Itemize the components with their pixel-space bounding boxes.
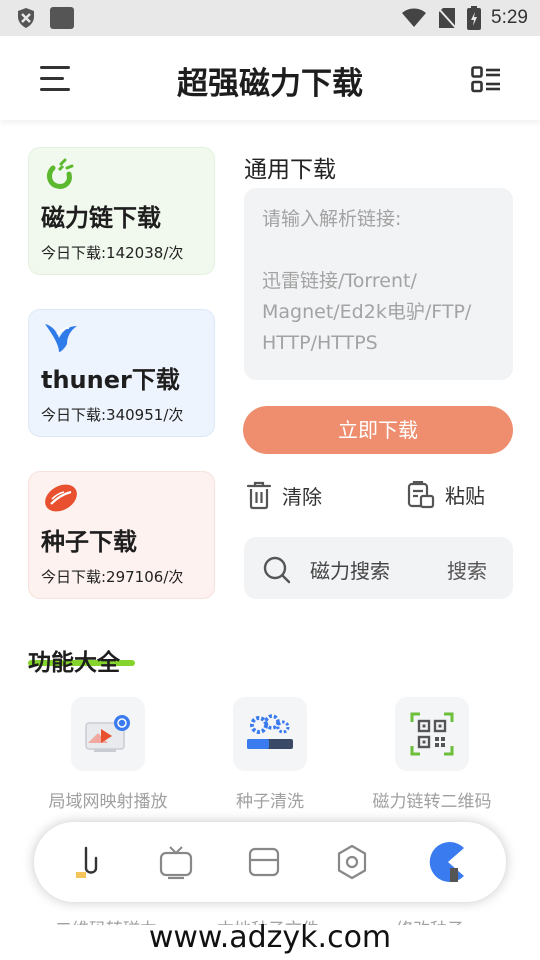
card-title: 种子下载 (41, 528, 137, 556)
search-icon (263, 556, 291, 584)
card-count: 今日下载:340951/次 (41, 406, 184, 424)
trash-icon (246, 481, 272, 510)
link-icon[interactable] (72, 844, 108, 880)
pacman-icon[interactable] (424, 838, 468, 886)
magnet-download-card[interactable]: 磁力链下载 今日下载:142038/次 (28, 147, 215, 275)
clear-button[interactable]: 清除 (246, 480, 322, 510)
app-header: 超强磁力下载 (0, 36, 540, 120)
features-title: 功能大全 (28, 650, 120, 676)
general-download-label: 通用下载 (244, 157, 336, 183)
feature-magnet-to-qr[interactable]: 磁力链转二维码 (347, 697, 517, 812)
bottom-navigation (34, 822, 506, 902)
card-title: 磁力链下载 (41, 204, 161, 232)
seed-icon (45, 484, 77, 512)
link-input[interactable]: 请输入解析链接: 迅雷链接/Torrent/ Magnet/Ed2k电驴/FTP… (244, 188, 513, 380)
clear-label: 清除 (282, 484, 322, 509)
battery-icon (467, 6, 482, 30)
feature-label: 局域网映射播放 (48, 792, 168, 812)
card-title: thuner下载 (41, 366, 180, 394)
download-now-button[interactable]: 立即下载 (243, 406, 513, 454)
paste-label: 粘贴 (445, 484, 485, 508)
notification-icon (50, 7, 74, 29)
gears-icon (247, 714, 293, 749)
input-placeholder: HTTP/HTTPS (262, 332, 378, 354)
seed-download-card[interactable]: 种子下载 今日下载:297106/次 (28, 471, 215, 599)
card-count: 今日下载:297106/次 (41, 568, 184, 586)
status-bar: 5:29 (0, 0, 540, 36)
feature-lan-cast[interactable]: 局域网映射播放 (23, 697, 193, 812)
card-count: 今日下载:142038/次 (41, 244, 184, 262)
search-button[interactable]: 搜索 (447, 555, 487, 584)
grid-menu-icon[interactable] (471, 66, 501, 94)
window-icon[interactable] (246, 844, 282, 880)
page-title: 超强磁力下载 (177, 66, 363, 102)
shield-icon (18, 8, 34, 28)
settings-icon[interactable] (334, 844, 370, 880)
input-placeholder: 迅雷链接/Torrent/ (262, 270, 417, 292)
clipboard-icon (407, 480, 435, 508)
feature-seed-clean[interactable]: 种子清洗 (185, 697, 355, 812)
input-placeholder: 请输入解析链接: (262, 208, 402, 230)
feature-label: 种子清洗 (236, 792, 304, 812)
feature-label: 磁力链转二维码 (372, 792, 492, 812)
magnet-icon (47, 158, 74, 189)
tv-icon[interactable] (158, 844, 194, 880)
status-time: 5:29 (491, 7, 528, 28)
no-sim-icon (437, 7, 457, 29)
bird-icon (45, 324, 77, 352)
search-input[interactable]: 磁力搜索 (310, 555, 390, 584)
thuner-download-card[interactable]: thuner下载 今日下载:340951/次 (28, 309, 215, 437)
magnet-search-bar[interactable]: 磁力搜索 搜索 (244, 537, 513, 599)
watermark: www.adzyk.com (148, 920, 392, 955)
screen-cast-icon (85, 715, 130, 752)
paste-button[interactable]: 粘贴 (407, 480, 485, 509)
input-placeholder: Magnet/Ed2k电驴/FTP/ (262, 301, 472, 323)
qr-code-icon (410, 712, 454, 756)
wifi-icon (402, 8, 427, 27)
